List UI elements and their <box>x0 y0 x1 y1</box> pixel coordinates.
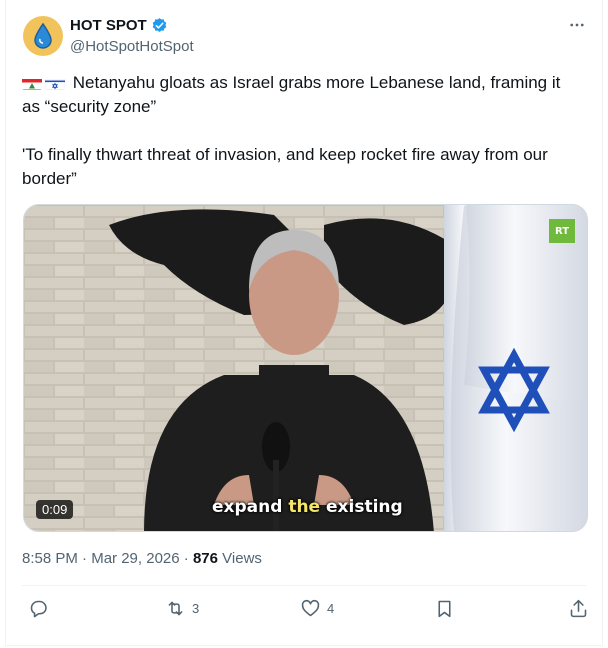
meta-separator-1: · <box>82 550 88 567</box>
video-player[interactable]: RT expand the existing 0:09 <box>23 204 588 532</box>
video-caption: expand the existing <box>212 497 403 517</box>
post-line-1-text: Netanyahu gloats as Israel grabs more Le… <box>22 73 561 116</box>
caption-pre: expand <box>212 497 289 517</box>
post-line-2: 'To finally thwart threat of invasion, a… <box>22 145 548 188</box>
repost-button[interactable]: 3 <box>165 598 199 619</box>
reply-icon <box>30 600 47 618</box>
repost-count: 3 <box>192 601 200 616</box>
caption-highlight: the <box>288 497 321 517</box>
share-button[interactable] <box>568 598 589 619</box>
video-frame-image <box>24 205 587 531</box>
caption-post: existing <box>320 497 403 517</box>
avatar[interactable] <box>23 16 63 56</box>
like-count: 4 <box>327 601 335 616</box>
post-time[interactable]: 8:58 PM <box>22 550 78 567</box>
share-icon <box>570 599 587 618</box>
more-horizontal-icon <box>570 23 584 27</box>
post-meta: 8:58 PM · Mar 29, 2026 · 876 Views <box>22 550 262 567</box>
bookmark-button[interactable] <box>434 598 455 619</box>
post-line-1: Netanyahu gloats as Israel grabs more Le… <box>22 71 582 119</box>
post-text: Netanyahu gloats as Israel grabs more Le… <box>22 71 582 191</box>
video-duration-badge: 0:09 <box>36 500 74 519</box>
israel-flag-icon <box>45 76 65 90</box>
author-name-row: HOT SPOT <box>70 17 168 34</box>
repost-icon <box>168 601 183 616</box>
views-label: Views <box>222 550 262 567</box>
lebanon-flag-icon <box>22 76 42 90</box>
tweet-card: HOT SPOT @HotSpotHotSpot Netanyahu gloat… <box>5 0 603 646</box>
bookmark-icon <box>438 600 451 618</box>
action-bar: 3 4 <box>22 598 589 622</box>
meta-separator-2: · <box>183 550 189 567</box>
author-handle[interactable]: @HotSpotHotSpot <box>70 38 194 55</box>
views-count: 876 <box>192 550 218 567</box>
verified-badge-icon <box>152 18 166 32</box>
droplet-icon <box>34 22 52 49</box>
heart-icon <box>301 599 320 617</box>
reply-button[interactable] <box>28 598 49 619</box>
like-button[interactable]: 4 <box>300 598 334 619</box>
author-display-name[interactable]: HOT SPOT <box>70 17 147 34</box>
divider <box>22 585 586 586</box>
more-options-button[interactable] <box>568 16 586 39</box>
rt-watermark: RT <box>549 219 575 243</box>
post-date[interactable]: Mar 29, 2026 <box>91 550 179 567</box>
